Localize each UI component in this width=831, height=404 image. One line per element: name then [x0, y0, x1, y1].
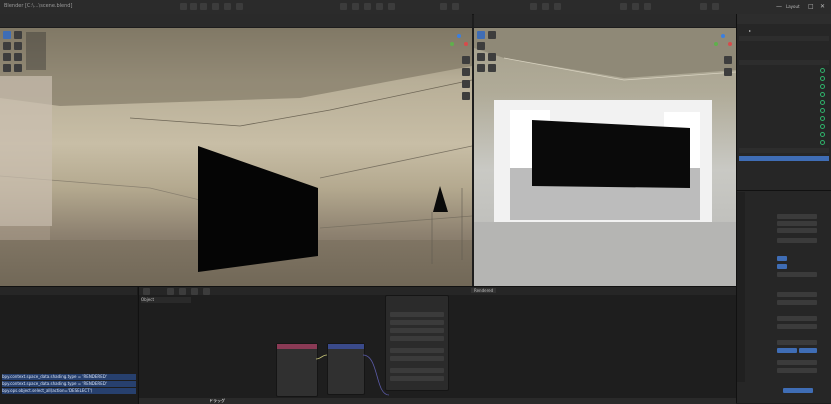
scale-icon[interactable]: [488, 53, 496, 61]
toolbar-icon[interactable]: [364, 3, 371, 10]
toolbar-icon[interactable]: [340, 3, 347, 10]
cursor-icon[interactable]: [488, 31, 496, 39]
close-button[interactable]: ✕: [820, 3, 825, 10]
info-line: bpy.ops.object.select_all(action='DESELE…: [2, 388, 136, 394]
toolbar-icon[interactable]: [452, 3, 459, 10]
move-icon[interactable]: [3, 42, 11, 50]
top-bar: Blender [C:\...\scene.blend] — Layout □ …: [0, 0, 831, 15]
info-header[interactable]: [0, 287, 137, 295]
rotate-icon[interactable]: [477, 53, 485, 61]
measure-icon[interactable]: [14, 64, 22, 72]
node-sidebar-panel[interactable]: [385, 295, 449, 391]
window-title: Blender [C:\...\scene.blend]: [4, 3, 73, 9]
measure-icon[interactable]: [488, 64, 496, 72]
viewport-right[interactable]: [474, 28, 736, 286]
toolbar-icon[interactable]: [352, 3, 359, 10]
annotate-icon[interactable]: [3, 64, 11, 72]
toolbar-icon[interactable]: [203, 288, 210, 295]
toolbar-icon[interactable]: [191, 288, 198, 295]
bottom-area: bpy.context.space_data.shading.type = 'R…: [0, 286, 736, 404]
workspace-tab[interactable]: Layout: [786, 4, 800, 9]
gizmo-icon[interactable]: [450, 34, 468, 52]
transform-icon[interactable]: [14, 53, 22, 61]
select-icon[interactable]: [477, 31, 485, 39]
timeline-strip[interactable]: ドラッグ: [139, 398, 736, 404]
viewport-left-header[interactable]: [0, 14, 472, 27]
toolbar-icon[interactable]: [179, 288, 186, 295]
toolbar-icon[interactable]: [376, 3, 383, 10]
viewport-right-scene: [474, 28, 736, 286]
right-sidebar: ▸: [736, 14, 831, 403]
toolbar-icon[interactable]: [542, 3, 549, 10]
node-editor-header[interactable]: Rendered: [139, 287, 736, 295]
camera-icon[interactable]: [724, 68, 732, 76]
camera-icon[interactable]: [462, 80, 470, 88]
menu-icon[interactable]: [180, 3, 187, 10]
toolbar-icon[interactable]: [440, 3, 447, 10]
menu-icon[interactable]: [224, 3, 231, 10]
gizmo-icon[interactable]: [714, 34, 732, 52]
move-icon[interactable]: [477, 42, 485, 50]
zoom-icon[interactable]: [724, 56, 732, 64]
menu-icon[interactable]: [236, 3, 243, 10]
timeline-label: ドラッグ: [209, 398, 225, 403]
maximize-button[interactable]: □: [808, 3, 814, 10]
rotate-icon[interactable]: [14, 42, 22, 50]
menu-icon[interactable]: [200, 3, 207, 10]
cursor-icon[interactable]: [14, 31, 22, 39]
menu-icon[interactable]: [212, 3, 219, 10]
toolbar-icon[interactable]: [620, 3, 627, 10]
pan-icon[interactable]: [462, 68, 470, 76]
toolbar-icon[interactable]: [530, 3, 537, 10]
minimize-button[interactable]: —: [776, 3, 782, 10]
node-editor[interactable]: Object: [139, 295, 736, 399]
viewport-mode-label[interactable]: Rendered: [471, 288, 497, 293]
outliner-header[interactable]: [737, 14, 831, 24]
annotate-icon[interactable]: [477, 64, 485, 72]
info-line: bpy.context.space_data.shading.type = 'R…: [2, 374, 136, 380]
toolbar-icon[interactable]: [632, 3, 639, 10]
outliner[interactable]: ▸: [737, 24, 831, 189]
menu-icon[interactable]: [190, 3, 197, 10]
scale-icon[interactable]: [3, 53, 11, 61]
zoom-icon[interactable]: [462, 56, 470, 64]
viewport-info-overlay: [26, 32, 46, 70]
info-line: bpy.context.space_data.shading.type = 'R…: [2, 381, 136, 387]
select-icon[interactable]: [3, 31, 11, 39]
properties-panel[interactable]: [747, 196, 829, 396]
outliner-selected-row[interactable]: [739, 156, 829, 161]
editor-type-icon[interactable]: [143, 288, 150, 295]
toolbar-icon[interactable]: [167, 288, 174, 295]
viewport-left[interactable]: [0, 28, 472, 286]
grid-icon[interactable]: [462, 92, 470, 100]
viewport-right-header[interactable]: [474, 14, 736, 27]
info-editor[interactable]: bpy.context.space_data.shading.type = 'R…: [0, 295, 137, 404]
toolbar-icon[interactable]: [644, 3, 651, 10]
viewport-left-scene: [0, 28, 472, 286]
toolbar-icon[interactable]: [388, 3, 395, 10]
toolbar-icon[interactable]: [700, 3, 707, 10]
toolbar-icon[interactable]: [554, 3, 561, 10]
properties-tabs[interactable]: [737, 192, 745, 382]
toolbar-icon[interactable]: [712, 3, 719, 10]
